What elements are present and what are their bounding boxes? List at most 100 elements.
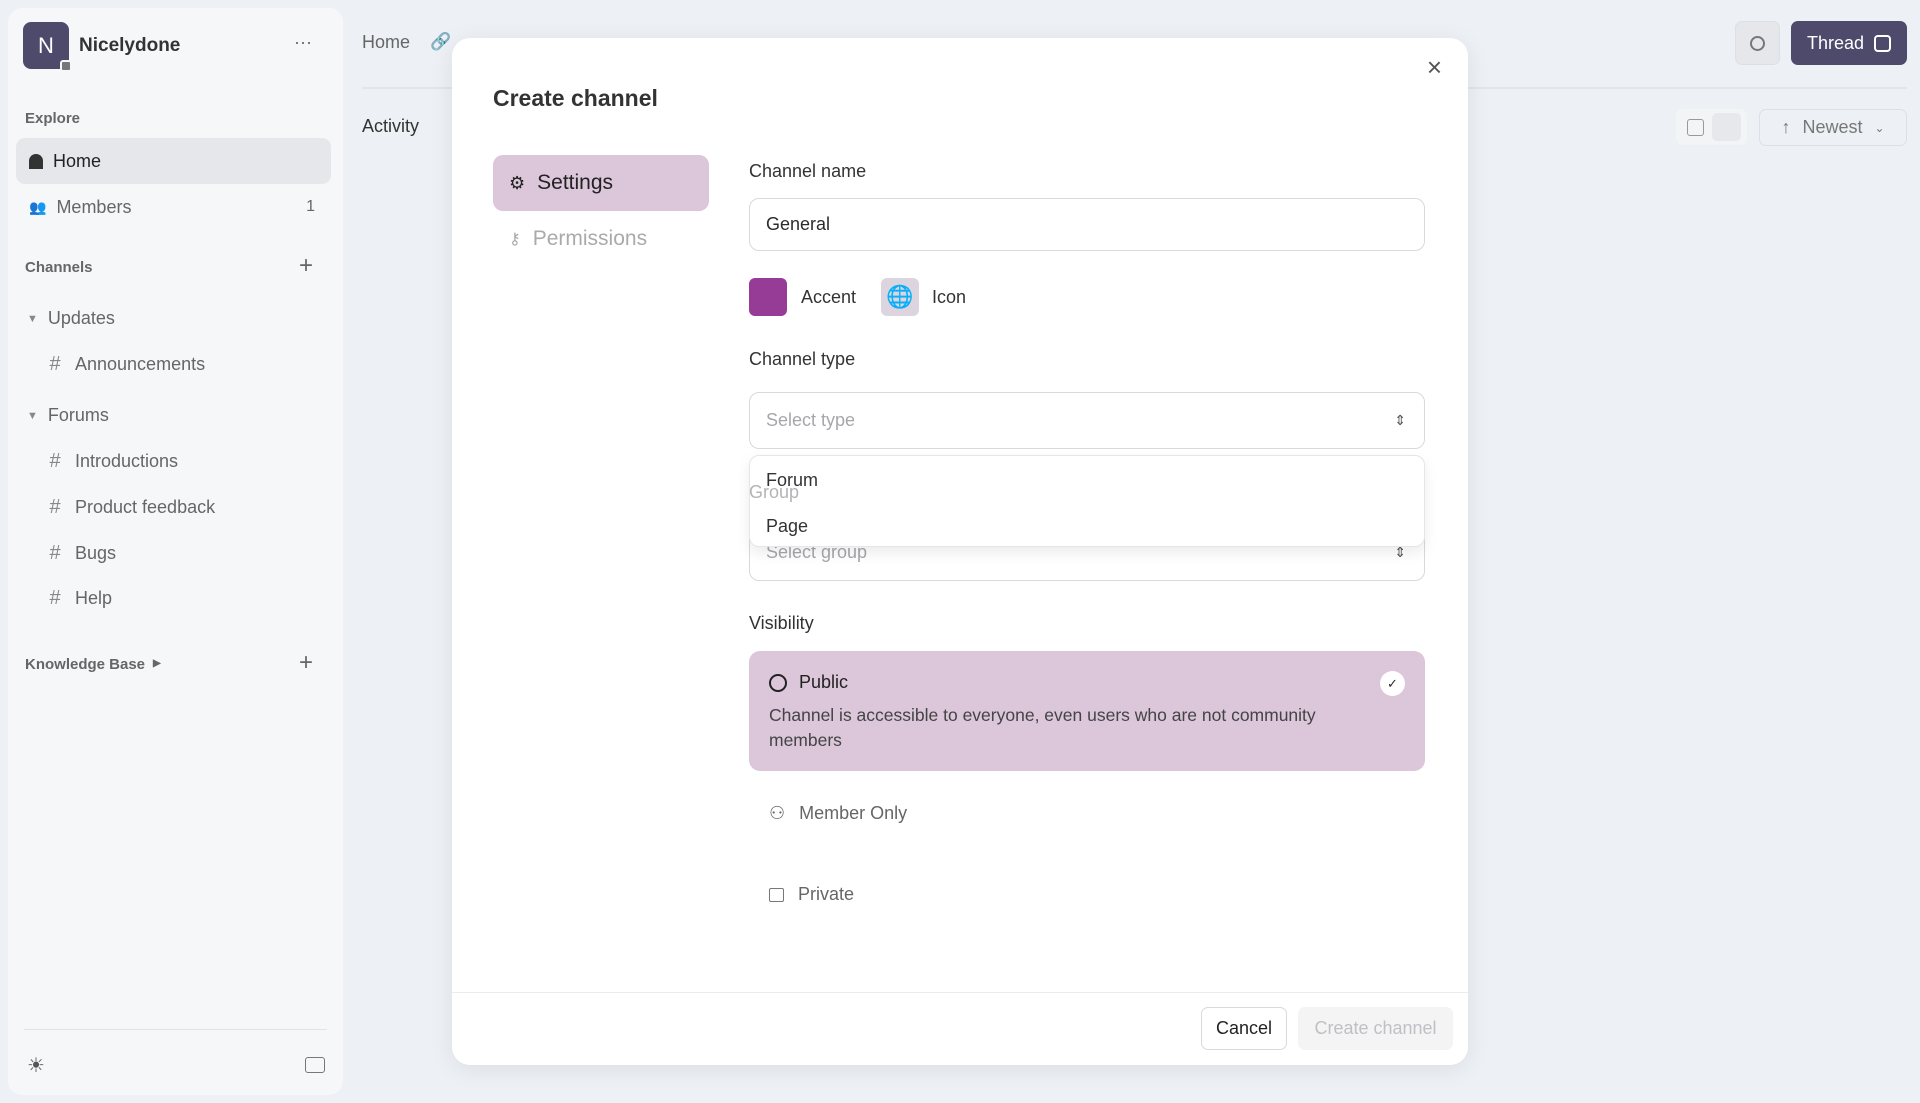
group-forums[interactable]: ▼ Forums [27,405,109,426]
cancel-button[interactable]: Cancel [1201,1007,1287,1050]
arrow-up-icon: ↑ [1781,117,1790,138]
type-dropdown-menu: Forum Page [749,455,1425,547]
search-icon [1750,36,1765,51]
visibility-private-option[interactable]: Private [769,884,854,905]
gear-icon: ⚙ [509,173,525,194]
lock-icon [769,888,784,902]
members-count: 1 [306,198,315,216]
check-icon: ✓ [1380,671,1405,696]
hash-icon: # [45,450,65,473]
channel-label: Introductions [75,451,178,472]
sidebar-item-label: Home [53,151,101,172]
public-title: Public [799,672,848,693]
group-label: Group [749,482,799,503]
hash-icon: # [45,587,65,610]
search-button[interactable] [1735,21,1780,65]
option-page[interactable]: Page [766,516,808,537]
group-label: Forums [48,405,109,426]
channel-label: Announcements [75,354,205,375]
collapse-sidebar-icon[interactable] [305,1057,325,1073]
footer-divider [452,992,1468,993]
close-icon[interactable]: × [1427,52,1442,83]
tab-label: Settings [537,171,613,195]
visibility-member-only-option[interactable]: ⚇ Member Only [769,803,907,824]
icon-label: Icon [932,287,966,308]
public-description: Channel is accessible to everyone, even … [769,703,1369,753]
option-label: Private [798,884,854,905]
avatar-initial: N [38,33,54,59]
tab-label: Permissions [533,227,647,251]
link-icon[interactable]: 🔗 [430,32,451,52]
channel-name-label: Channel name [749,161,866,182]
button-label: Create channel [1314,1018,1436,1039]
button-label: Cancel [1216,1018,1272,1039]
sort-dropdown[interactable]: ↑ Newest ⌄ [1759,109,1907,146]
channel-name-input[interactable]: General [749,198,1425,251]
channel-bugs[interactable]: # Bugs [45,542,116,565]
workspace-avatar[interactable]: N [23,22,69,69]
sort-label: Newest [1802,117,1862,138]
channel-announcements[interactable]: # Announcements [45,353,205,376]
channel-type-select[interactable]: Select type ⇕ [749,392,1425,449]
visibility-label: Visibility [749,613,814,634]
channel-label: Help [75,588,112,609]
tab-settings[interactable]: ⚙ Settings [493,155,709,211]
caret-down-icon: ▼ [27,313,38,325]
add-kb-icon[interactable]: + [299,649,313,677]
workspace-name[interactable]: Nicelydone [79,35,180,57]
thread-button[interactable]: Thread [1791,21,1907,65]
channel-product-feedback[interactable]: # Product feedback [45,496,215,519]
hash-icon: # [45,353,65,376]
divider [24,1029,327,1030]
channel-label: Bugs [75,543,116,564]
sidebar-item-label: Members [56,197,131,218]
home-icon [29,154,43,169]
accent-label: Accent [801,287,856,308]
channel-label: Product feedback [75,497,215,518]
sidebar-item-home[interactable]: Home [16,138,331,184]
card-view-icon[interactable] [1712,113,1741,141]
channel-introductions[interactable]: # Introductions [45,450,178,473]
activity-label: Activity [362,116,419,137]
group-updates[interactable]: ▼ Updates [27,308,115,329]
sidebar: N Nicelydone ··· Explore Home 👥 Members … [8,8,343,1095]
knowledge-base-heading[interactable]: Knowledge Base ▶ [25,656,161,673]
public-title-row: Public [769,672,848,693]
thread-label: Thread [1807,33,1864,54]
key-icon: ⚷ [509,229,521,249]
chevron-down-icon: ⌄ [1874,121,1884,135]
members-icon: 👥 [29,199,46,216]
channels-heading: Channels [25,259,93,276]
visibility-public-option[interactable]: Public Channel is accessible to everyone… [749,651,1425,771]
globe-icon [769,674,787,692]
create-channel-button[interactable]: Create channel [1298,1007,1453,1050]
lock-icon [60,60,72,72]
channel-type-label: Channel type [749,349,855,370]
channel-help[interactable]: # Help [45,587,112,610]
input-value: General [766,214,830,235]
breadcrumb[interactable]: Home [362,32,410,53]
sidebar-item-members[interactable]: 👥 Members 1 [16,184,331,230]
list-view-icon[interactable] [1687,119,1704,136]
modal-title: Create channel [493,85,658,112]
kb-label: Knowledge Base [25,656,145,673]
edit-icon [1874,35,1891,52]
sun-icon[interactable]: ☀ [27,1053,45,1078]
explore-heading: Explore [25,110,80,127]
hash-icon: # [45,542,65,565]
group-label: Updates [48,308,115,329]
more-icon[interactable]: ··· [294,32,312,53]
caret-right-icon: ▶ [153,656,161,673]
create-channel-modal: × Create channel ⚙Settings ⚷Permissions … [452,38,1468,1065]
add-channel-icon[interactable]: + [299,252,313,280]
users-icon: ⚇ [769,803,785,824]
select-placeholder: Select type [766,410,855,431]
option-label: Member Only [799,803,907,824]
chevron-updown-icon: ⇕ [1394,412,1406,429]
caret-down-icon: ▼ [27,410,38,422]
globe-icon[interactable]: 🌐 [881,278,919,316]
tab-permissions[interactable]: ⚷ Permissions [493,211,709,267]
view-toggle [1676,109,1747,145]
accent-swatch[interactable] [749,278,787,316]
hash-icon: # [45,496,65,519]
